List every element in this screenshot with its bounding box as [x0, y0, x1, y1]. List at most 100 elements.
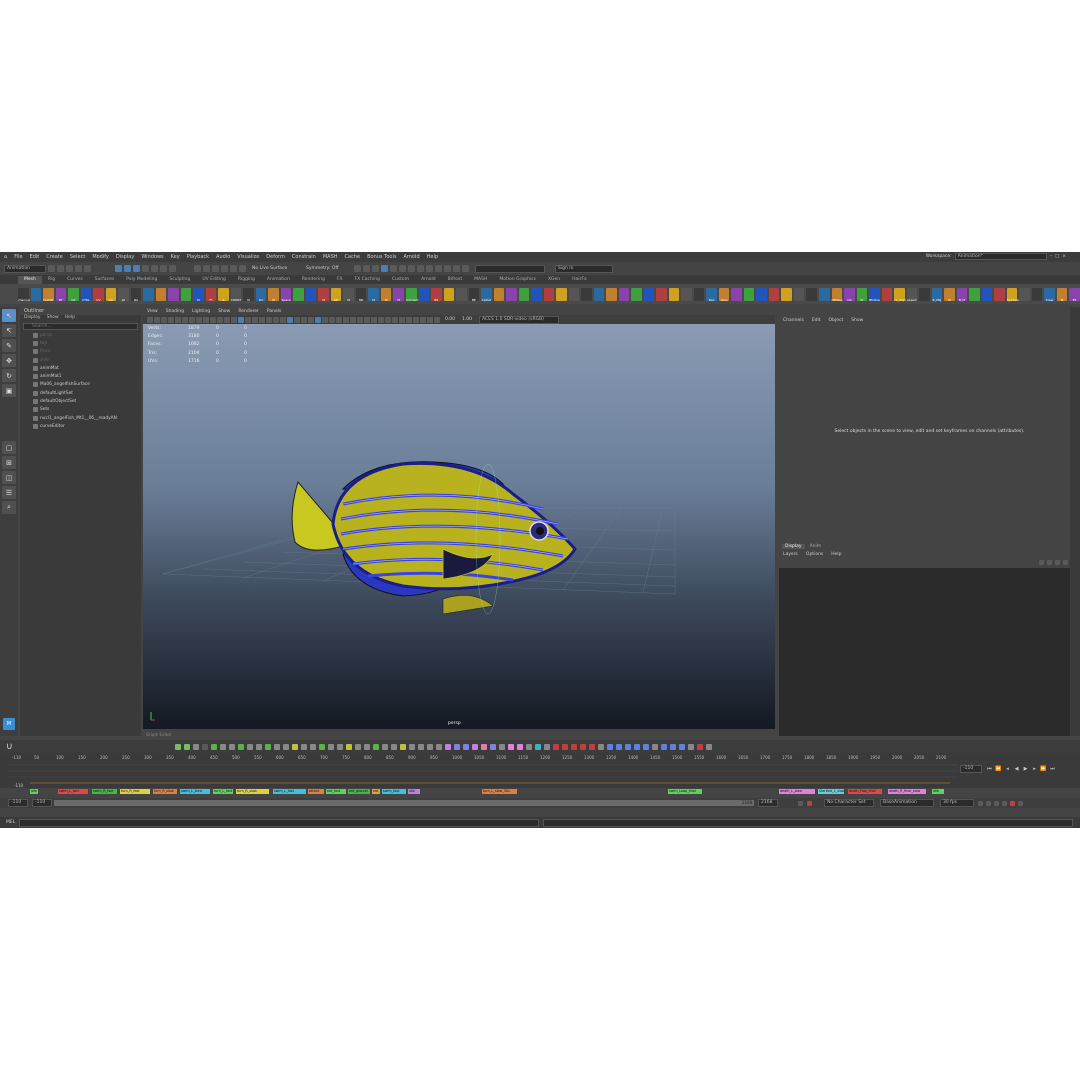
shelf-tab-surfaces[interactable]: Surfaces	[89, 276, 121, 284]
select-by-joint-icon[interactable]	[151, 265, 158, 272]
shelf-tab-rigging[interactable]: Rigging	[232, 276, 261, 284]
viewport-toolbar-button[interactable]	[210, 316, 216, 323]
shelf-button[interactable]	[30, 287, 42, 301]
shelf-tab-mesh[interactable]: Mesh	[18, 276, 42, 284]
menu-cache[interactable]: Cache	[345, 254, 361, 260]
window-maximize-icon[interactable]: □	[1055, 254, 1059, 259]
menu-create[interactable]: Create	[46, 254, 63, 260]
shelf-button[interactable]	[969, 287, 980, 301]
viewport-toolbar-button[interactable]	[203, 316, 209, 323]
anim-tool-icon[interactable]	[499, 743, 505, 750]
snap-curve-icon[interactable]	[203, 265, 210, 272]
layer-menu-options[interactable]: Options	[806, 552, 823, 557]
shelf-tab-uv-editing[interactable]: UV Editing	[196, 276, 231, 284]
playback-start-field[interactable]: -110	[32, 799, 52, 807]
viewport-toolbar-button[interactable]	[329, 316, 335, 323]
symmetry-label[interactable]: Symmetry: Off	[306, 266, 352, 271]
anim-clip[interactable]: eat	[372, 789, 380, 794]
select-component-icon[interactable]	[133, 265, 140, 272]
outliner-item[interactable]: Ma06_angelfishSurface	[20, 381, 141, 389]
anim-tool-icon[interactable]	[481, 743, 487, 750]
open-scene-icon[interactable]	[57, 265, 64, 272]
single-pane-layout-icon[interactable]: ▢	[2, 441, 16, 454]
viewport-toolbar-button[interactable]	[280, 316, 286, 323]
outliner-item[interactable]: side	[20, 356, 141, 364]
shelf-button[interactable]: BS	[431, 287, 442, 302]
shelf-button[interactable]: JO	[118, 287, 129, 302]
anim-tool-icon[interactable]	[616, 743, 622, 750]
shelf-tab-rendering[interactable]: Rendering	[296, 276, 331, 284]
viewport-toolbar-button[interactable]	[231, 316, 237, 323]
outliner-menu-display[interactable]: Display	[24, 315, 41, 322]
shelf-button[interactable]: CP	[68, 287, 79, 302]
step-forward-frame-icon[interactable]: ▸	[1031, 765, 1038, 772]
shelf-button[interactable]	[793, 287, 805, 301]
viewport-menu-panels[interactable]: Panels	[267, 309, 281, 314]
render-view-icon[interactable]	[390, 265, 397, 272]
anim-tool-icon[interactable]	[238, 743, 244, 750]
anim-tool-icon[interactable]	[175, 743, 181, 750]
shelf-button[interactable]	[618, 287, 630, 301]
paint-select-tool-icon[interactable]: ✎	[2, 339, 16, 352]
shelf-button[interactable]: M	[193, 287, 204, 302]
snap-projected-icon[interactable]	[221, 265, 228, 272]
channel-menu-edit[interactable]: Edit	[812, 318, 821, 323]
anim-clip[interactable]: swim_L_fwd	[58, 789, 88, 794]
light-editor-icon[interactable]	[408, 265, 415, 272]
character-set-dropdown[interactable]: No Character Set	[824, 799, 874, 807]
viewport-toolbar-button[interactable]	[273, 316, 279, 323]
shelf-button[interactable]: Bez	[706, 287, 717, 302]
viewport-toolbar-button[interactable]	[259, 316, 265, 323]
viewport-toolbar-button[interactable]	[357, 316, 363, 323]
snap-view-plane-icon[interactable]	[230, 265, 237, 272]
command-input[interactable]	[19, 818, 540, 827]
viewport-toolbar-button[interactable]	[287, 316, 293, 323]
anim-clip[interactable]: turn_R_slow	[153, 789, 177, 794]
menu-windows[interactable]: Windows	[141, 254, 163, 260]
snap-point-icon[interactable]	[212, 265, 219, 272]
anim-tool-icon[interactable]	[265, 743, 271, 750]
anim-tool-icon[interactable]	[319, 743, 325, 750]
anim-clip[interactable]: death_L_slow	[779, 789, 815, 794]
outliner-item[interactable]: curveEditor	[20, 422, 141, 430]
uv-magnet-icon[interactable]: ∪	[6, 742, 13, 752]
go-to-end-icon[interactable]: ⏭	[1049, 765, 1056, 772]
menu-playback[interactable]: Playback	[187, 254, 209, 260]
viewport-toolbar-button[interactable]	[189, 316, 195, 323]
anim-tool-icon[interactable]	[346, 743, 352, 750]
anim-tool-icon[interactable]	[679, 743, 685, 750]
anim-tool-icon[interactable]	[211, 743, 217, 750]
key-toggle-icon[interactable]	[1010, 800, 1015, 806]
shelf-button[interactable]: Bfollow	[869, 287, 880, 302]
shelf-button[interactable]: M	[944, 287, 955, 302]
shelf-button[interactable]: M	[393, 287, 404, 302]
save-scene-icon[interactable]	[66, 265, 73, 272]
menu-audio[interactable]: Audio	[216, 254, 230, 260]
anim-layer-dropdown[interactable]: BaseAnimation	[880, 799, 934, 807]
menu-arnold[interactable]: Arnold	[403, 254, 419, 260]
anim-tool-icon[interactable]	[589, 743, 595, 750]
shelf-tab-hairfx[interactable]: HairFx	[566, 276, 593, 284]
shelf-button[interactable]	[155, 287, 167, 301]
anim-clip[interactable]: turn_R_slow	[236, 789, 269, 794]
key-mode-icon[interactable]	[807, 800, 812, 806]
outliner-item[interactable]: defaultLightSet	[20, 389, 141, 397]
anim-tool-icon[interactable]	[508, 743, 514, 750]
viewport-toolbar-button[interactable]	[168, 316, 174, 323]
hypershade-icon[interactable]	[381, 265, 388, 272]
menu-edit[interactable]: Edit	[30, 254, 40, 260]
four-pane-layout-icon[interactable]: ⊞	[2, 456, 16, 469]
shelf-button[interactable]	[443, 287, 455, 301]
shelf-button[interactable]	[606, 287, 617, 301]
current-frame-field[interactable]: -110	[960, 765, 982, 773]
anim-tool-icon[interactable]	[220, 743, 226, 750]
shelf-button[interactable]: DC	[255, 287, 267, 302]
viewport-toolbar-button[interactable]	[196, 316, 202, 323]
shelf-tab-poly-modeling[interactable]: Poly Modeling	[120, 276, 163, 284]
select-hierarchy-icon[interactable]	[115, 265, 122, 272]
shelf-button[interactable]	[981, 287, 993, 301]
shelf-tab-motion-graphics[interactable]: Motion Graphics	[493, 276, 542, 284]
shelf-button[interactable]	[693, 287, 705, 301]
viewport-toolbar-button[interactable]	[175, 316, 181, 323]
shelf-button[interactable]: B_M	[956, 287, 968, 302]
